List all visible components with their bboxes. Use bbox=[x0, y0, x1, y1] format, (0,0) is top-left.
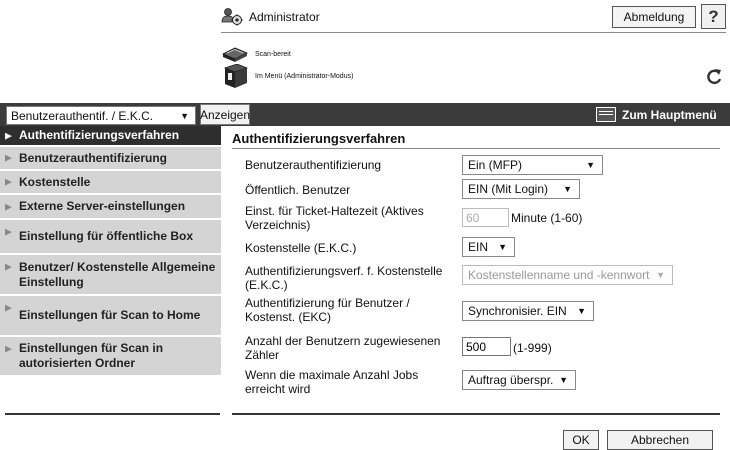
label-maximale-anzahl-jobs: Wenn die maximale Anzahl Jobs erreicht w… bbox=[245, 368, 419, 396]
benutzerauthentifizierung-select[interactable]: Ein (MFP) ▼ bbox=[462, 155, 603, 175]
menu-icon bbox=[596, 107, 616, 122]
chevron-down-icon: ▼ bbox=[559, 375, 568, 385]
ticket-haltezeit-input[interactable] bbox=[462, 208, 509, 227]
scan-status: Scan-bereit bbox=[221, 43, 291, 65]
label-kostenstelle: Kostenstelle (E.K.C.) bbox=[245, 241, 357, 255]
authentifizierung-benutzer-kostenst-select[interactable]: Synchronisier. EIN ▼ bbox=[462, 301, 594, 321]
label-oeffentlich-benutzer: Öffentlich. Benutzer bbox=[245, 183, 351, 197]
refresh-button[interactable] bbox=[703, 66, 725, 88]
scan-status-text: Scan-bereit bbox=[255, 50, 291, 58]
anzahl-zaehler-unit: (1-999) bbox=[513, 341, 552, 355]
chevron-down-icon: ▼ bbox=[577, 306, 586, 316]
scanner-icon bbox=[222, 47, 248, 62]
mode-select-value: Benutzerauthentif. / E.K.C. bbox=[11, 108, 154, 123]
ticket-haltezeit-unit: Minute (1-60) bbox=[511, 211, 583, 225]
triangle-right-icon: ▶ bbox=[5, 343, 12, 354]
triangle-right-icon: ▶ bbox=[5, 176, 12, 187]
triangle-right-icon: ▶ bbox=[5, 302, 12, 313]
sidebar-item-label: Authentifizierungsverfahren bbox=[19, 128, 180, 142]
select-value: EIN (Mit Login) bbox=[468, 182, 549, 196]
help-button[interactable]: ? bbox=[701, 4, 726, 29]
sidebar-item-scan-autorisierter-ordner[interactable]: ▶ Einstellungen für Scan in autorisierte… bbox=[0, 337, 221, 377]
logout-button[interactable]: Abmeldung bbox=[612, 6, 696, 28]
administrator-icon bbox=[221, 8, 243, 26]
user-info: Administrator bbox=[221, 6, 320, 28]
oeffentlich-benutzer-select[interactable]: EIN (Mit Login) ▼ bbox=[462, 179, 580, 199]
chevron-down-icon: ▼ bbox=[586, 160, 595, 170]
printer-icon bbox=[223, 64, 249, 88]
header-divider bbox=[221, 32, 726, 33]
select-value: Ein (MFP) bbox=[468, 158, 522, 172]
sidebar-item-oeffentliche-box[interactable]: ▶ Einstellung für öffentliche Box bbox=[0, 220, 221, 255]
select-value: EIN bbox=[468, 240, 489, 254]
authentifizierungsverf-kostenstelle-select[interactable]: Kostenstellenname und -kennwort ▼ bbox=[462, 265, 673, 285]
sidebar-divider bbox=[5, 413, 220, 415]
sidebar-item-externe-server[interactable]: ▶ Externe Server-einstellungen bbox=[0, 195, 221, 220]
sidebar-item-label: Kostenstelle bbox=[19, 174, 91, 189]
triangle-right-icon: ▶ bbox=[5, 152, 12, 163]
maximale-anzahl-jobs-select[interactable]: Auftrag überspr. ▼ bbox=[462, 370, 576, 390]
page-title: Authentifizierungsverfahren bbox=[232, 131, 406, 146]
anzahl-zaehler-input[interactable] bbox=[462, 337, 511, 356]
mode-status: Im Menü (Administrator-Modus) bbox=[221, 64, 353, 88]
show-button[interactable]: Anzeigen bbox=[200, 104, 250, 125]
select-value: Kostenstellenname und -kennwort bbox=[468, 268, 650, 282]
triangle-right-icon: ▶ bbox=[5, 130, 12, 140]
mode-select[interactable]: Benutzerauthentif. / E.K.C. ▼ bbox=[6, 106, 196, 125]
sidebar-item-label: Benutzer/ Kostenstelle Allgemeine Einste… bbox=[19, 259, 216, 289]
chevron-down-icon: ▼ bbox=[180, 110, 189, 121]
triangle-right-icon: ▶ bbox=[5, 226, 12, 237]
sidebar: ▶ Authentifizierungsverfahren ▶ Benutzer… bbox=[0, 126, 221, 377]
sidebar-item-label: Benutzerauthentifizierung bbox=[19, 150, 168, 165]
select-value: Auftrag überspr. bbox=[468, 373, 554, 387]
sidebar-item-label: Einstellungen für Scan to Home bbox=[19, 308, 201, 322]
title-divider bbox=[232, 148, 720, 149]
main-divider bbox=[232, 413, 720, 415]
chevron-down-icon: ▼ bbox=[498, 242, 507, 252]
sidebar-item-scan-to-home[interactable]: ▶ Einstellungen für Scan to Home bbox=[0, 296, 221, 337]
sidebar-item-label: Einstellung für öffentliche Box bbox=[19, 229, 194, 243]
user-label: Administrator bbox=[249, 10, 320, 24]
sidebar-item-label: Externe Server-einstellungen bbox=[19, 199, 186, 213]
label-benutzerauthentifizierung: Benutzerauthentifizierung bbox=[245, 158, 382, 172]
mode-status-text: Im Menü (Administrator-Modus) bbox=[255, 72, 354, 80]
refresh-icon bbox=[707, 69, 722, 85]
label-anzahl-zaehler: Anzahl der Benutzern zugewiesenen Zähler bbox=[245, 334, 441, 362]
sidebar-item-authentifizierungsverfahren[interactable]: ▶ Authentifizierungsverfahren bbox=[0, 126, 221, 147]
chevron-down-icon: ▼ bbox=[563, 184, 572, 194]
ok-button[interactable]: OK bbox=[563, 430, 599, 450]
label-authentifizierungsverf-kostenstelle: Authentifizierungsverf. f. Kostenstelle … bbox=[245, 264, 443, 292]
chevron-down-icon: ▼ bbox=[656, 270, 665, 280]
sidebar-item-benutzerauthentifizierung[interactable]: ▶ Benutzerauthentifizierung bbox=[0, 147, 221, 171]
cancel-button[interactable]: Abbrechen bbox=[607, 430, 713, 450]
home-menu-link[interactable]: Zum Hauptmenü bbox=[596, 104, 717, 125]
triangle-right-icon: ▶ bbox=[5, 201, 12, 211]
triangle-right-icon: ▶ bbox=[5, 261, 12, 272]
sidebar-item-allgemeine-einstellung[interactable]: ▶ Benutzer/ Kostenstelle Allgemeine Eins… bbox=[0, 255, 221, 296]
sidebar-item-label: Einstellungen für Scan in autorisierten … bbox=[19, 341, 164, 370]
label-authentifizierung-benutzer-kostenst: Authentifizierung für Benutzer / Kostens… bbox=[245, 296, 410, 324]
sidebar-item-kostenstelle[interactable]: ▶ Kostenstelle bbox=[0, 171, 221, 195]
select-value: Synchronisier. EIN bbox=[468, 304, 567, 318]
label-ticket-haltezeit: Einst. für Ticket-Haltezeit (Aktives Ver… bbox=[245, 204, 424, 232]
home-menu-label: Zum Hauptmenü bbox=[622, 107, 717, 122]
kostenstelle-select[interactable]: EIN ▼ bbox=[462, 237, 515, 257]
